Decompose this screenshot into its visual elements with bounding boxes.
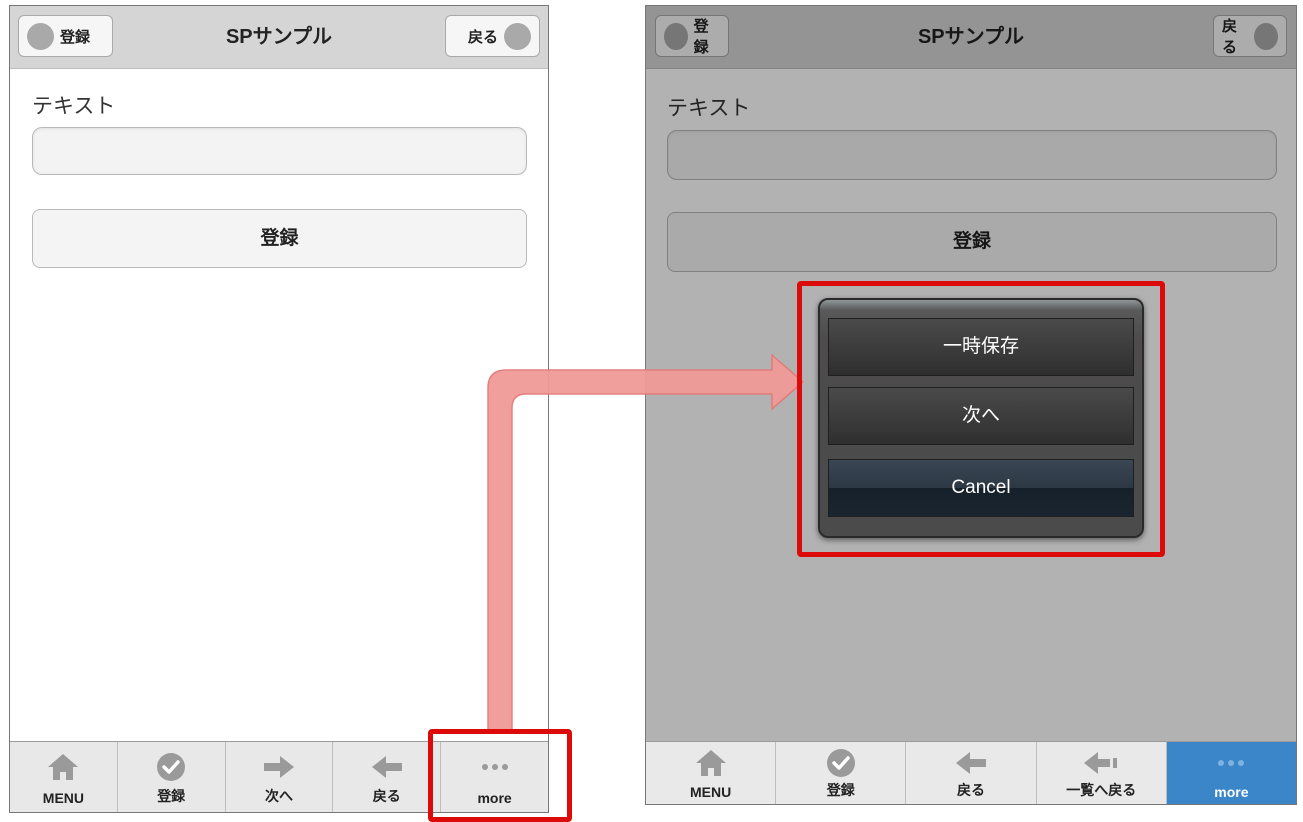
header-register-label: 登録 (60, 28, 91, 46)
screen-before: SPサンプル 登録 戻る テキスト 登録 MENU 登録 次へ 戻る more (9, 5, 549, 813)
home-icon (10, 752, 117, 782)
text-field-label: テキスト (32, 95, 116, 118)
tab-back-to-list-label: 一覧へ戻る (1066, 782, 1137, 798)
tab-back-to-list[interactable]: 一覧へ戻る (1036, 742, 1167, 804)
register-button[interactable]: 登録 (32, 209, 527, 268)
tab-more-label: more (1214, 784, 1249, 800)
highlight-more-tab (428, 729, 572, 822)
footer-toolbar: MENU 登録 戻る 一覧へ戻る more (646, 741, 1296, 804)
tab-back[interactable]: 戻る (333, 742, 442, 812)
header-bar: SPサンプル 登録 戻る (10, 6, 548, 69)
tab-register[interactable]: 登録 (118, 742, 226, 812)
arrow-left-icon (333, 752, 440, 782)
circle-icon (27, 22, 54, 50)
tab-menu-label: MENU (689, 784, 732, 800)
header-back-button[interactable]: 戻る (445, 15, 540, 57)
check-circle-icon (118, 752, 225, 782)
arrow-left-icon (906, 748, 1035, 778)
tab-back-label: 戻る (957, 782, 985, 798)
tab-register[interactable]: 登録 (776, 742, 907, 804)
circle-icon (504, 22, 531, 50)
tab-menu[interactable]: MENU (10, 742, 118, 812)
home-icon (646, 748, 775, 778)
tab-next[interactable]: 次へ (226, 742, 334, 812)
header-back-label: 戻る (467, 28, 498, 46)
tab-back-label: 戻る (372, 788, 401, 804)
check-circle-icon (776, 748, 905, 778)
tab-back[interactable]: 戻る (906, 742, 1037, 804)
tab-menu[interactable]: MENU (646, 742, 777, 804)
highlight-action-sheet (797, 281, 1165, 557)
more-dots-icon (1167, 748, 1296, 778)
arrow-right-icon (226, 752, 333, 782)
header-register-button[interactable]: 登録 (18, 15, 113, 57)
tab-next-label: 次へ (264, 788, 293, 804)
tab-menu-label: MENU (42, 790, 85, 806)
tab-more[interactable]: more (1166, 742, 1296, 804)
text-input[interactable] (32, 127, 527, 175)
tab-register-label: 登録 (826, 782, 855, 798)
tab-register-label: 登録 (157, 788, 186, 804)
arrow-left-list-icon (1037, 748, 1166, 778)
